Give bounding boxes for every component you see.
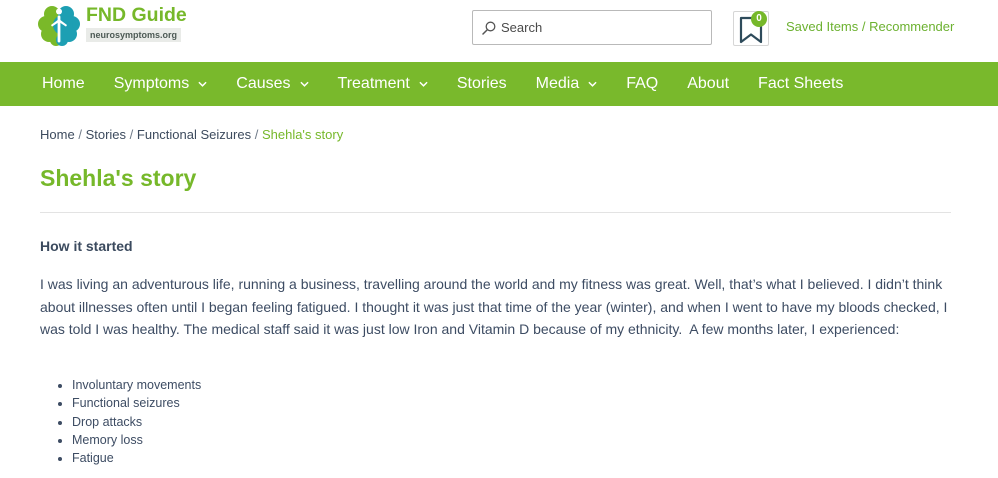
breadcrumb-link-functional-seizures[interactable]: Functional Seizures: [137, 127, 251, 142]
list-item: Functional seizures: [72, 394, 201, 412]
logo-subtitle: neurosymptoms.org: [86, 28, 182, 42]
nav-item-about[interactable]: About: [687, 74, 729, 94]
search-input[interactable]: [501, 11, 706, 44]
main-nav: Home Symptoms Causes Treatment Stories M…: [0, 62, 998, 106]
list-item: Memory loss: [72, 431, 201, 449]
nav-item-label: FAQ: [626, 75, 659, 92]
nav-item-stories[interactable]: Stories: [457, 74, 507, 94]
breadcrumb-link-home[interactable]: Home: [40, 127, 75, 142]
title-divider: [40, 212, 951, 213]
saved-items-recommender-link[interactable]: Saved Items / Recommender: [786, 20, 954, 34]
breadcrumb: Home / Stories / Functional Seizures / S…: [40, 127, 343, 143]
nav-item-causes[interactable]: Causes: [236, 74, 309, 94]
nav-item-label: Media: [535, 75, 580, 92]
nav-item-label: Fact Sheets: [758, 75, 844, 92]
nav-item-label: Treatment: [337, 75, 410, 92]
list-item: Involuntary movements: [72, 376, 201, 394]
chevron-down-icon: [588, 81, 597, 87]
section-heading: How it started: [40, 238, 133, 254]
nav-item-fact-sheets[interactable]: Fact Sheets: [758, 74, 843, 94]
nav-item-label: Home: [42, 75, 85, 92]
breadcrumb-separator: /: [129, 127, 134, 142]
nav-item-media[interactable]: Media: [536, 74, 598, 94]
search-box: [472, 10, 712, 45]
logo-title: FND Guide: [86, 4, 187, 26]
nav-item-faq[interactable]: FAQ: [626, 74, 658, 94]
nav-item-label: Symptoms: [113, 75, 190, 92]
brain-logo-icon: [38, 6, 80, 46]
breadcrumb-separator: /: [78, 127, 82, 142]
nav-item-label: About: [687, 75, 730, 92]
list-item: Drop attacks: [72, 413, 201, 431]
list-item: Fatigue: [72, 449, 201, 467]
nav-item-symptoms[interactable]: Symptoms: [114, 74, 208, 94]
site-header: FND Guide neurosymptoms.org 0 Saved Item…: [0, 0, 998, 62]
saved-items-count-badge: 0: [751, 11, 767, 27]
symptom-list: Involuntary movements Functional seizure…: [40, 376, 201, 467]
breadcrumb-separator: /: [254, 127, 259, 142]
chevron-down-icon: [419, 81, 428, 87]
chevron-down-icon: [299, 81, 309, 87]
nav-item-home[interactable]: Home: [42, 74, 85, 94]
nav-item-label: Stories: [456, 75, 507, 92]
logo-link[interactable]: FND Guide neurosymptoms.org: [0, 0, 200, 50]
nav-item-treatment[interactable]: Treatment: [338, 74, 428, 94]
breadcrumb-current: Shehla's story: [261, 127, 344, 142]
page-title: Shehla's story: [40, 165, 197, 191]
chevron-down-icon: [198, 81, 207, 87]
story-paragraph: I was living an adventurous life, runnin…: [40, 276, 952, 338]
breadcrumb-link-stories[interactable]: Stories: [86, 127, 126, 142]
nav-item-label: Causes: [236, 75, 291, 92]
search-icon: [482, 21, 496, 35]
